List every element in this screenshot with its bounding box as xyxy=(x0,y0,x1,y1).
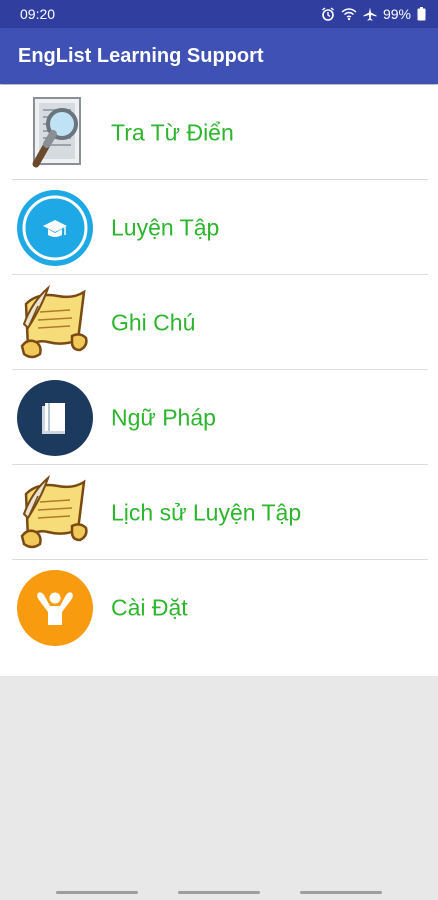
dictionary-search-icon xyxy=(16,94,94,172)
app-title: EngList Learning Support xyxy=(18,44,264,67)
status-time: 09:20 xyxy=(20,6,56,22)
app-bar: EngList Learning Support xyxy=(0,28,438,84)
person-settings-icon xyxy=(16,569,94,647)
gesture-nav-bar[interactable] xyxy=(0,884,438,900)
menu-item-label: Ghi Chú xyxy=(111,309,196,335)
book-icon xyxy=(16,379,94,457)
menu-item-label: Lịch sử Luyện Tập xyxy=(111,499,302,525)
menu-item-label: Cài Đặt xyxy=(111,594,188,620)
wifi-icon xyxy=(341,7,357,21)
menu-item-notes[interactable]: Ghi Chú xyxy=(0,275,438,370)
menu-item-label: Tra Từ Điển xyxy=(111,119,234,145)
battery-icon xyxy=(417,7,426,21)
status-icons: 99% xyxy=(321,6,426,22)
menu-item-grammar[interactable]: Ngữ Pháp xyxy=(0,370,438,465)
menu-list: Tra Từ Điển Luyện Tập Ghi Chú Ngữ Pháp L… xyxy=(0,85,438,676)
nav-pill-right[interactable] xyxy=(300,890,382,894)
menu-item-practice-history[interactable]: Lịch sử Luyện Tập xyxy=(0,465,438,560)
menu-item-dictionary[interactable]: Tra Từ Điển xyxy=(0,85,438,180)
menu-item-label: Ngữ Pháp xyxy=(111,404,216,430)
graduation-cap-icon xyxy=(16,189,94,267)
nav-pill-left[interactable] xyxy=(56,890,138,894)
scroll-quill-icon xyxy=(16,474,94,552)
battery-percent: 99% xyxy=(382,6,411,22)
alarm-icon xyxy=(321,7,335,21)
nav-pill-center[interactable] xyxy=(178,890,260,894)
menu-item-settings[interactable]: Cài Đặt xyxy=(0,560,438,655)
scroll-quill-icon xyxy=(16,284,94,362)
status-bar: 09:20 99% xyxy=(0,0,438,28)
menu-item-practice[interactable]: Luyện Tập xyxy=(0,180,438,275)
menu-item-label: Luyện Tập xyxy=(111,214,220,240)
airplane-icon xyxy=(363,7,377,21)
